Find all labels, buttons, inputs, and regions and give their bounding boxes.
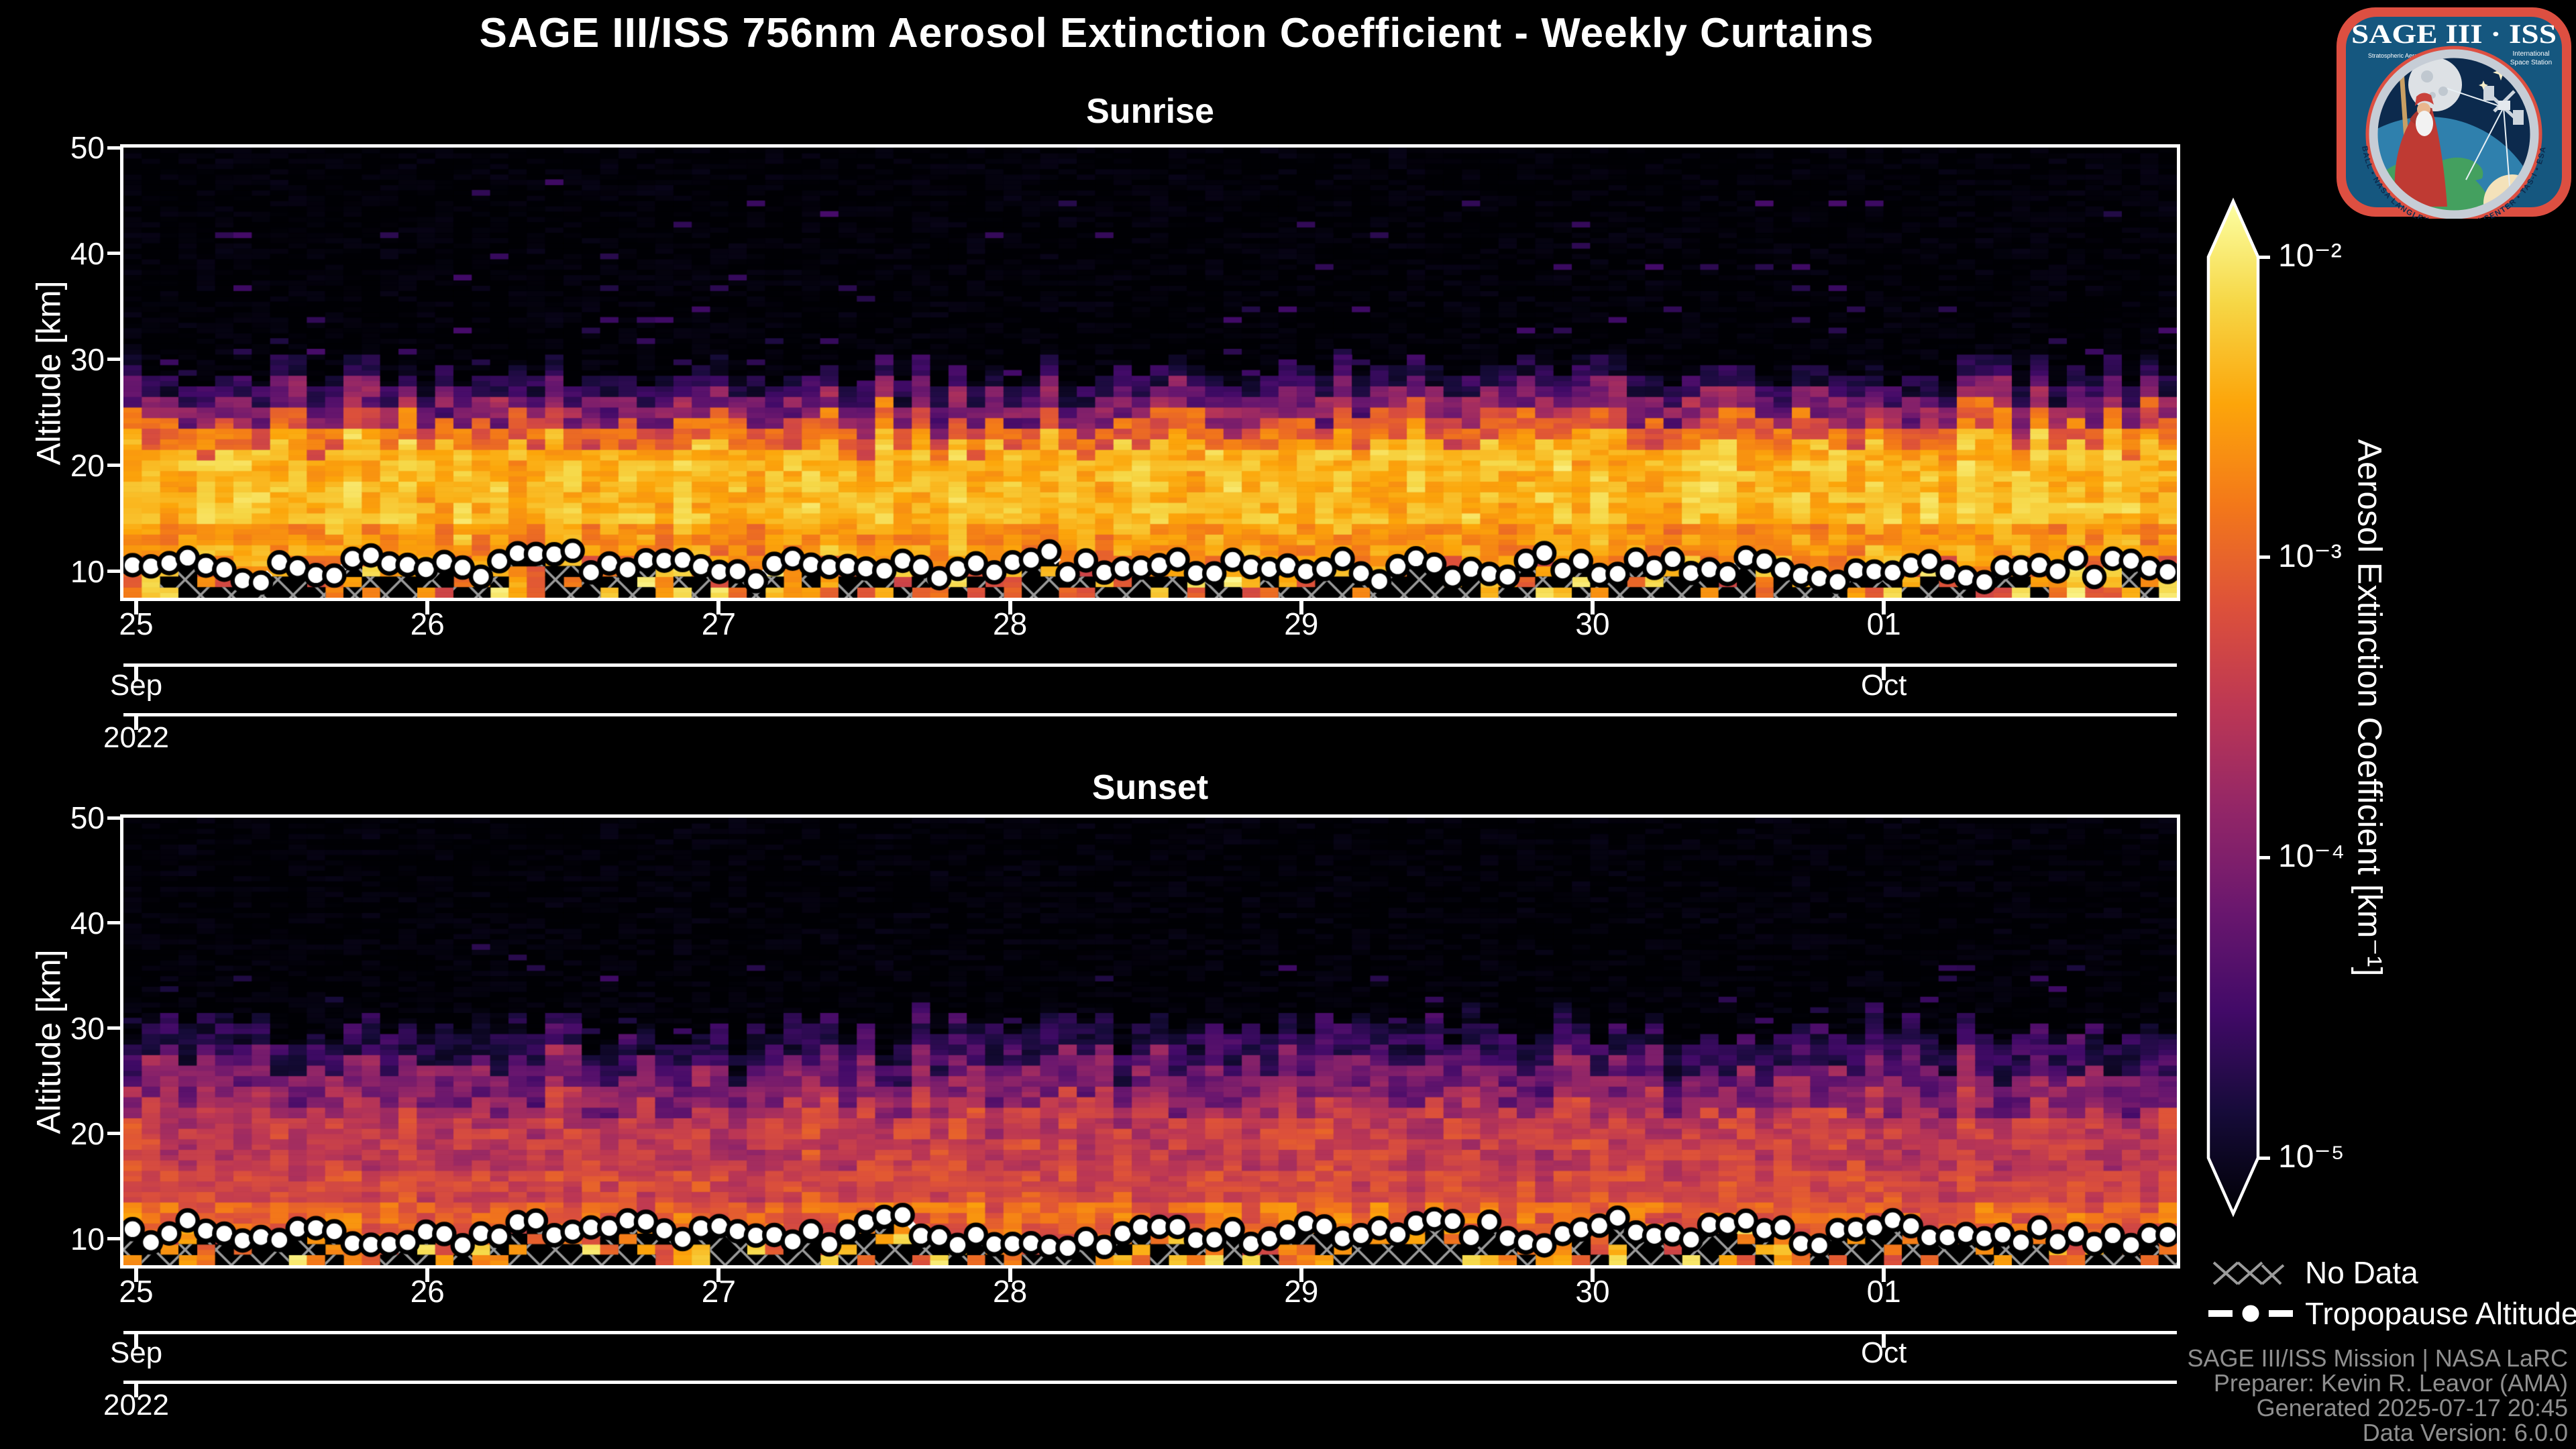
tropopause-legend-label: Tropopause Altitude [2305,1296,2576,1331]
year-axis-label: 2022 [103,721,169,754]
y-axis-tick [107,921,122,925]
sunrise-heatmap-canvas [123,148,2177,598]
x-axis-day-label: 25 [119,606,154,641]
x-axis-day-label: 27 [701,606,736,641]
colorbar-tick-label: 10⁻³ [2278,538,2342,574]
colorbar-label: Aerosol Extinction Coefficient [km⁻¹] [2351,439,2388,976]
y-axis-tick-label: 40 [70,905,105,941]
x-axis-day-label: 01 [1866,606,1901,641]
y-axis-tick [107,1132,122,1136]
year-axis-line [123,713,2177,716]
x-axis-day-label: 25 [119,1274,154,1309]
attribution-preparer: Preparer: Kevin R. Leavor (AMA) [2213,1369,2568,1397]
x-axis-day-label: 01 [1866,1274,1901,1309]
attribution-mission: SAGE III/ISS Mission | NASA LaRC [2187,1344,2568,1372]
y-axis-tick [107,1026,122,1030]
y-axis-tick-label: 30 [70,1010,105,1046]
colorbar-tick-label: 10⁻⁴ [2278,839,2345,875]
y-axis-tick-label: 10 [70,1221,105,1256]
no-data-legend-label: No Data [2305,1255,2418,1290]
colorbar-tick [2258,255,2270,259]
logo-subtitle-right-1: International [2512,50,2549,58]
page-title: SAGE III/ISS 756nm Aerosol Extinction Co… [479,10,1874,56]
colorbar-tick [2258,855,2270,859]
logo-moon-crater [2438,87,2448,96]
colorbar-label-box: Aerosol Extinction Coefficient [km⁻¹] [2329,257,2410,1158]
attribution-block: SAGE III/ISS Mission | NASA LaRC Prepare… [2187,1346,2568,1445]
x-axis-day-label: 30 [1575,1274,1610,1309]
colorbar-tick [2258,555,2270,559]
colorbar-tick [2258,1156,2270,1160]
month-axis-line [123,1331,2177,1334]
month-axis-label: Sep [109,669,163,702]
y-axis-tick-label: 10 [70,553,105,589]
y-axis-tick [107,464,122,468]
y-axis-tick-label: 20 [70,1116,105,1151]
tropopause-legend-icon [2208,1301,2293,1326]
x-axis-day-label: 28 [993,606,1028,641]
y-axis-tick [107,358,122,362]
y-axis-tick-label: 50 [70,130,105,165]
x-axis-day-label: 26 [410,1274,445,1309]
year-axis-line [123,1381,2177,1384]
colorbar-gradient-bar [2206,197,2260,1218]
y-axis-tick [107,1237,122,1241]
year-axis-label: 2022 [103,1389,169,1421]
sunset-heatmap-canvas [123,818,2177,1265]
colorbar-tick-label: 10⁻⁵ [2278,1139,2345,1175]
y-axis-tick [107,146,122,150]
colorbar [2206,197,2260,1218]
figure: SAGE III/ISS 756nm Aerosol Extinction Co… [0,0,2576,1449]
sage-iii-iss-logo: SAGE III · ISS Stratospheric Aerosol and… [2337,7,2571,219]
x-axis-day-label: 27 [701,1274,736,1309]
y-axis-tick [107,816,122,820]
sunrise-panel-title: Sunrise [1086,92,1214,131]
month-axis-label: Oct [1860,1336,1907,1369]
attribution-generated: Generated 2025-07-17 20:45 [2256,1394,2568,1421]
attribution-version: Data Version: 6.0.0 [2362,1419,2568,1446]
x-axis-day-label: 28 [993,1274,1028,1309]
logo-title: SAGE III · ISS [2351,19,2557,49]
logo-subtitle-right-2: Space Station [2510,59,2552,66]
y-axis-tick-label: 40 [70,235,105,271]
month-axis-line [123,663,2177,667]
y-axis-tick [107,570,122,574]
x-axis-day-label: 26 [410,606,445,641]
sunset-panel-title: Sunset [1091,768,1209,807]
x-axis-day-label: 30 [1575,606,1610,641]
x-axis-day-label: 29 [1284,1274,1319,1309]
logo-moon-crater [2421,70,2433,83]
no-data-legend-icon [2212,1261,2285,1285]
y-axis-tick [107,252,122,256]
month-axis-label: Oct [1860,669,1907,702]
x-axis-day-label: 29 [1284,606,1319,641]
y-axis-tick-label: 30 [70,341,105,377]
y-axis-tick-label: 20 [70,447,105,483]
colorbar-tick-label: 10⁻² [2278,238,2342,274]
month-axis-label: Sep [109,1336,163,1369]
y-axis-tick-label: 50 [70,800,105,835]
